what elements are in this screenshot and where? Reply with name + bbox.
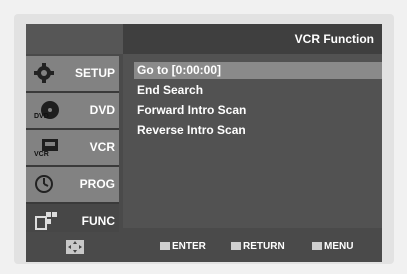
sidebar-item-label: SETUP xyxy=(74,66,115,80)
dvd-icon: DVD xyxy=(32,98,62,127)
timer-icon xyxy=(32,172,56,201)
menu-item-goto[interactable]: Go to [0:00:00] xyxy=(134,62,382,79)
menu-item-end-search[interactable]: End Search xyxy=(134,82,382,99)
svg-text:DVD: DVD xyxy=(34,113,49,120)
sidebar-header xyxy=(26,24,123,54)
enter-key-icon xyxy=(160,242,170,250)
sidebar-item-label: PROG xyxy=(79,177,115,191)
return-label: RETURN xyxy=(243,241,285,252)
enter-label: ENTER xyxy=(172,241,206,252)
sidebar-item-prog[interactable]: PROG xyxy=(26,167,119,204)
menu-key-icon xyxy=(312,242,322,250)
vcr-icon: VCR xyxy=(32,135,62,164)
return-key-icon xyxy=(231,242,241,250)
svg-text:VCR: VCR xyxy=(34,151,49,158)
gear-icon xyxy=(32,61,56,90)
sidebar-item-label: DVD xyxy=(89,103,115,117)
footer-bar: ENTER RETURN MENU xyxy=(26,232,382,262)
sidebar-item-label: VCR xyxy=(89,140,115,154)
sidebar-item-dvd[interactable]: DVD DVD xyxy=(26,93,119,130)
sidebar-item-label: FUNC xyxy=(81,214,115,228)
menu-item-forward-intro-scan[interactable]: Forward Intro Scan xyxy=(134,102,382,119)
osd-screen: SETUP DVD DVD VCR VCR PROG FUNC VCR Func… xyxy=(26,24,382,262)
page-title: VCR Function xyxy=(294,32,374,46)
menu-label: MENU xyxy=(324,241,354,252)
menu-button[interactable]: MENU xyxy=(312,241,353,252)
sidebar: SETUP DVD DVD VCR VCR PROG FUNC xyxy=(26,24,123,262)
page-header: VCR Function xyxy=(123,24,382,54)
return-button[interactable]: RETURN xyxy=(231,241,285,252)
menu-item-reverse-intro-scan[interactable]: Reverse Intro Scan xyxy=(134,122,382,139)
sidebar-item-setup[interactable]: SETUP xyxy=(26,56,119,93)
sidebar-item-vcr[interactable]: VCR VCR xyxy=(26,130,119,167)
navigation-arrows-icon xyxy=(66,240,84,254)
enter-button[interactable]: ENTER xyxy=(160,241,206,252)
